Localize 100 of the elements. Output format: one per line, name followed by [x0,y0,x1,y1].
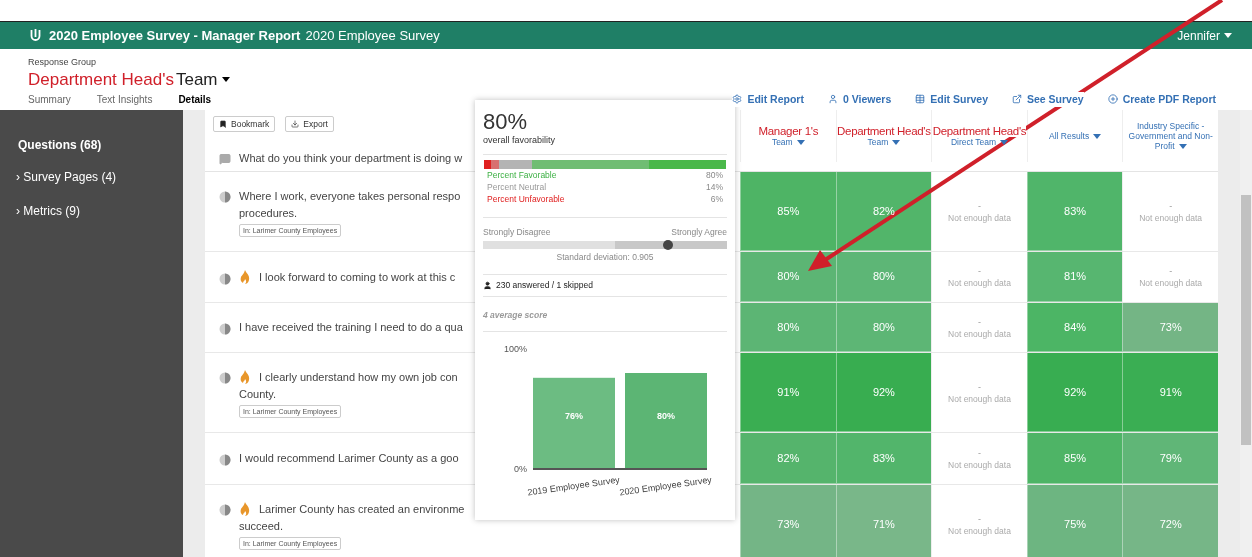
half-circle-icon [219,272,231,285]
score-cell[interactable]: 92% [1026,353,1123,432]
score-cell[interactable]: 84% [1026,303,1123,352]
question-text: I clearly understand how my own job con [259,370,458,385]
bookmark-button[interactable]: Bookmark [213,116,276,132]
no-data-dash: - [1169,199,1173,212]
caret-icon [1178,144,1187,150]
no-data-note: Not enough data [1139,277,1203,289]
score-cell[interactable]: 75% [1026,485,1123,557]
no-data-note: Not enough data [1139,211,1203,224]
score-cell[interactable]: 80% [835,303,932,352]
bookmark-icon [219,120,227,128]
no-data-note: Not enough data [948,458,1011,471]
sidebar-item[interactable]: › Metrics (9) [16,202,80,220]
comment-icon [219,153,231,165]
caret-icon [892,140,901,146]
table-icon [915,94,926,105]
action-link[interactable]: Create PDF Report [1107,91,1216,108]
column-header[interactable]: Department Head's Direct Team [931,110,1027,162]
score-cell[interactable]: 91% [740,353,836,432]
no-data-note: Not enough data [948,524,1011,537]
scale-high-label: Strongly Agree [671,225,727,239]
standard-deviation: Standard deviation: 0.905 [555,251,655,264]
score-cell[interactable]: 82% [835,172,932,251]
column-header[interactable]: Department Head's Team [835,110,932,162]
action-link[interactable]: Edit Survey [915,91,988,108]
category-label: 2020 Employee Survey [618,474,713,498]
score-cell[interactable]: 79% [1122,433,1218,484]
question-text: I look forward to coming to work at this c [259,269,456,285]
question-text: County. [239,386,278,402]
sidebar-item[interactable]: Questions (68) [18,136,102,154]
score-cell[interactable]: 92% [835,353,932,432]
gear-icon [732,94,743,105]
no-data-dash: - [978,315,981,328]
nav-tab[interactable]: Summary [28,91,71,107]
user-icon [483,280,492,290]
score-cell[interactable]: 85% [740,172,836,251]
question-text: succeed. [239,518,285,534]
column-header[interactable]: All Results [1026,110,1123,162]
logo-icon [30,29,41,42]
plus-circle-icon [1107,94,1118,105]
download-icon [291,120,300,128]
bar-value-label: 80% [657,410,675,421]
caret-icon [1093,134,1102,140]
caret-icon [796,140,805,146]
legend-label: Percent Unfavorable [487,192,565,205]
no-data-dash: - [978,446,981,459]
axis-tick-label: 100% [503,343,527,354]
half-circle-icon [219,323,231,335]
legend-label: Percent Neutral [487,180,547,193]
score-cell[interactable]: 81% [1026,252,1123,302]
sidebar-item[interactable]: › Survey Pages (4) [16,168,117,186]
score-cell[interactable]: 71% [835,485,932,557]
question-text: I have received the training I need to do a qua [239,320,463,336]
user-menu[interactable]: Jennifer [1177,26,1232,45]
response-group-label: Response Group [28,56,98,69]
legend-value: 14% [706,180,723,193]
answered-count: 230 answered / 1 skipped [496,279,593,292]
legend-value: 80% [706,168,723,181]
half-circle-icon [219,372,231,384]
nav-tab[interactable]: Details [178,91,212,107]
half-circle-icon [219,504,231,516]
caret-icon [221,77,230,82]
no-data-dash: - [978,380,981,393]
no-data-note: Not enough data [948,211,1011,224]
user-icon [827,94,838,105]
nav-tab[interactable]: Text Insights [96,91,153,107]
caret-icon [1224,33,1232,38]
no-data-note: Not enough data [948,327,1011,340]
score-cell[interactable]: 91% [1122,353,1218,432]
score-cell[interactable]: 73% [740,485,836,557]
question-text: Larimer County has created an environme [259,502,465,517]
export-button[interactable]: Export [285,116,334,132]
score-cell[interactable]: 85% [1026,433,1123,484]
action-link[interactable]: See Survey [1012,91,1084,108]
action-link[interactable]: Edit Report [732,91,804,108]
axis-tick-label: 0% [514,463,527,474]
no-data-note: Not enough data [948,392,1011,405]
scale-low-label: Strongly Disagree [483,225,551,239]
survey-title: 2020 Employee Survey [305,26,440,45]
legend-label: Percent Favorable [487,168,557,181]
score-cell[interactable]: 72% [1122,485,1218,557]
column-header[interactable]: Manager 1's Team [740,110,836,162]
half-circle-icon [219,191,231,203]
score-cell[interactable]: 80% [835,252,932,302]
score-cell[interactable]: 82% [740,433,836,484]
score-cell[interactable]: 83% [835,433,932,484]
category-label: 2019 Employee Survey [526,474,621,498]
response-group-dropdown[interactable]: Department Head'sTeam [28,69,230,90]
question-text: procedures. [239,205,299,221]
caret-icon [1000,140,1009,146]
score-cell[interactable]: 80% [740,252,836,302]
question-text: What do you think your department is doing w [239,151,463,166]
score-cell[interactable]: 80% [740,303,836,352]
favorability-value: 80% [483,110,529,134]
score-cell[interactable]: 73% [1122,303,1218,352]
question-text: Where I work, everyone takes personal respo [239,189,461,204]
question-text: I would recommend Larimer County as a goo [239,451,459,467]
column-header[interactable]: Industry Specific - Government and Non-Profit [1122,110,1218,162]
score-cell[interactable]: 83% [1026,172,1123,251]
